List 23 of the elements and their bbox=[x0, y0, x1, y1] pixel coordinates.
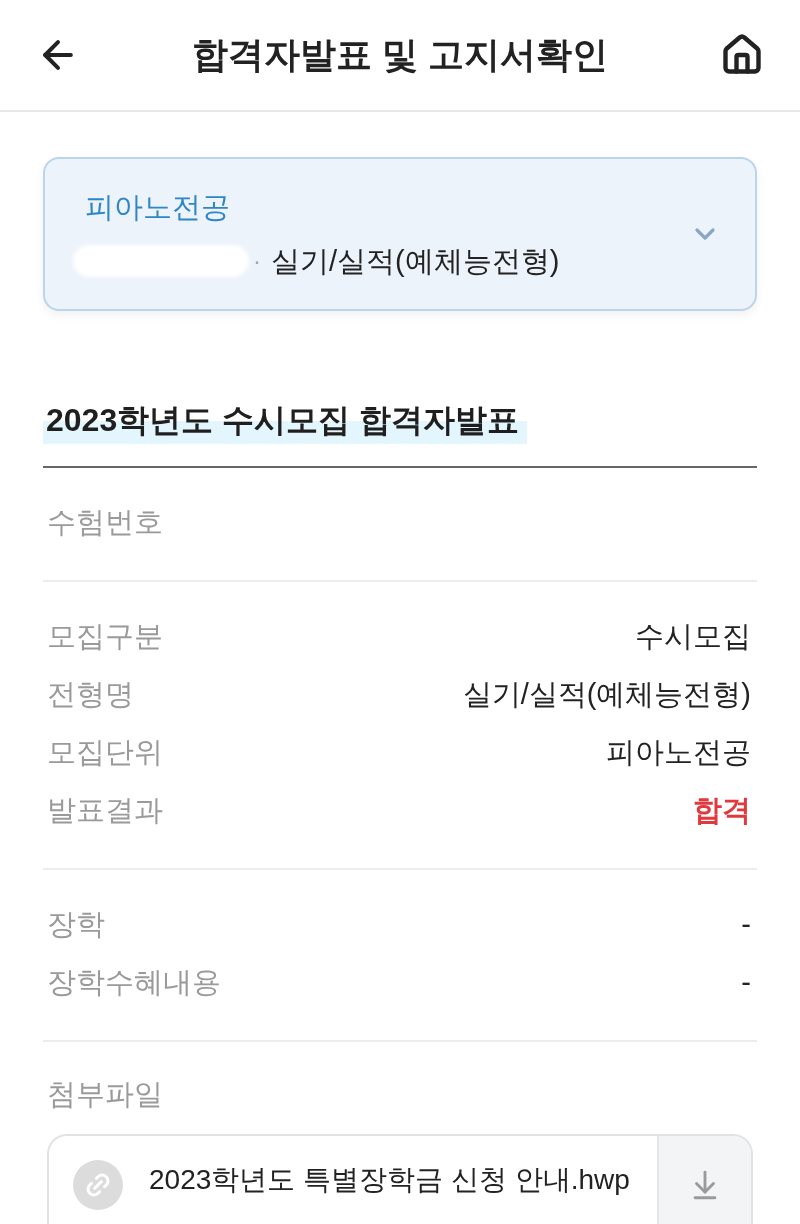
link-icon bbox=[73, 1160, 123, 1210]
field-label: 장학 bbox=[47, 907, 105, 942]
field-label: 전형명 bbox=[47, 677, 134, 712]
admission-type-label: 실기/실적(예체능전형) bbox=[271, 244, 560, 279]
major-label: 피아노전공 bbox=[85, 190, 231, 225]
page-title: 합격자발표 및 고지서확인 bbox=[192, 33, 608, 77]
result-value: 합격 bbox=[693, 793, 751, 828]
field-label: 수험번호 bbox=[47, 505, 163, 540]
attachment-label: 첨부파일 bbox=[47, 1077, 163, 1112]
field-value: 수시모집 bbox=[635, 619, 751, 654]
field-value: 피아노전공 bbox=[606, 735, 751, 770]
field-value: 실기/실적(예체능전형) bbox=[462, 677, 751, 712]
field-label: 모집단위 bbox=[47, 735, 163, 770]
separator-dot: · bbox=[253, 246, 261, 276]
home-icon bbox=[720, 33, 764, 77]
field-label: 발표결과 bbox=[47, 793, 163, 828]
field-value: - bbox=[741, 965, 751, 1000]
home-button[interactable] bbox=[720, 33, 764, 77]
file-name-link[interactable]: 2023학년도 특별장학금 신청 안내.hwp bbox=[149, 1160, 630, 1200]
field-label: 모집구분 bbox=[47, 619, 163, 654]
program-selector[interactable]: 피아노전공 · 실기/실적(예체능전형) bbox=[43, 157, 757, 311]
field-value: - bbox=[741, 907, 751, 942]
field-label: 장학수혜내용 bbox=[47, 965, 221, 1000]
